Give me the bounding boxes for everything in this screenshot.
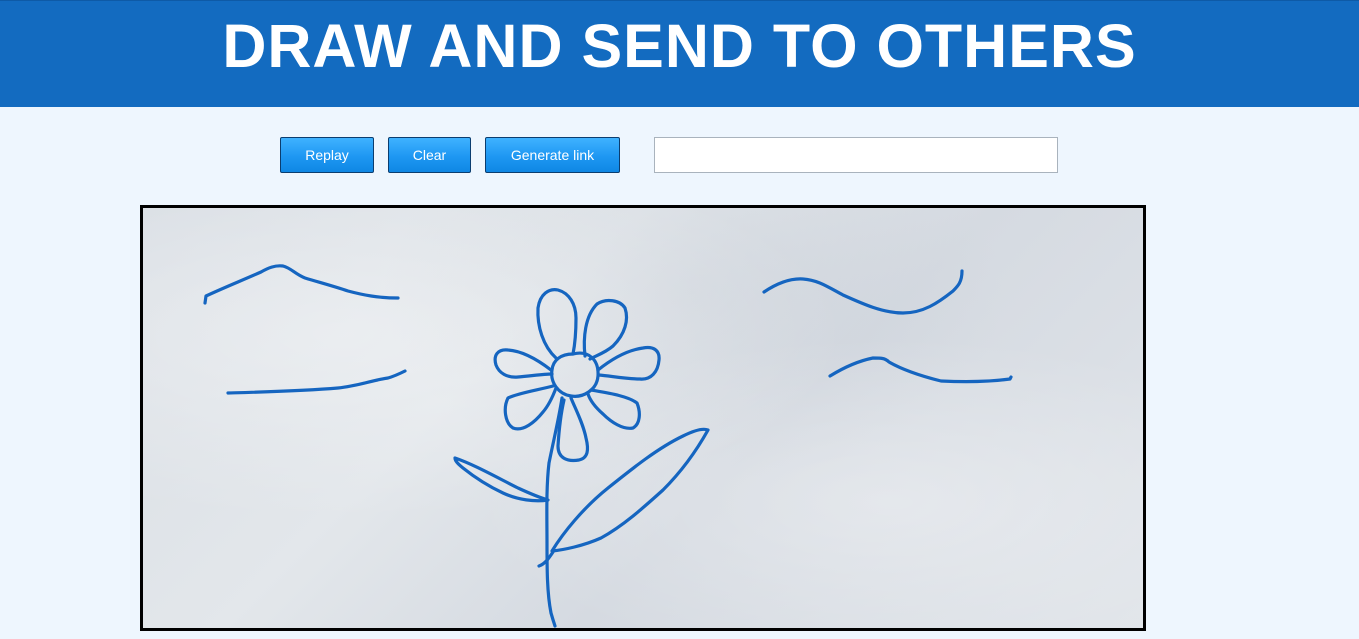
clear-button[interactable]: Clear [388,137,471,173]
drawing-canvas[interactable] [140,205,1146,631]
drawing-svg [203,264,1013,628]
toolbar: Replay Clear Generate link [0,0,1359,200]
line-right-stroke [828,356,1013,384]
leaf-left-stroke [453,456,550,503]
petal-left-stroke [493,348,554,379]
petal-bottom-right-stroke [586,388,641,430]
generate-link-button[interactable]: Generate link [485,137,620,173]
link-output-field[interactable] [654,137,1058,173]
replay-button[interactable]: Replay [280,137,374,173]
hill-left-stroke [203,264,400,305]
ground-line-left-stroke [226,369,407,395]
petal-bottom-stroke [556,396,590,463]
petal-right-stroke [596,345,661,381]
hill-right-stroke [762,269,964,315]
petal-top-left-stroke [536,288,578,360]
leaf-right-stroke [550,427,710,553]
petal-top-right-stroke [582,298,629,361]
petal-left-bottom-stroke [503,384,558,431]
